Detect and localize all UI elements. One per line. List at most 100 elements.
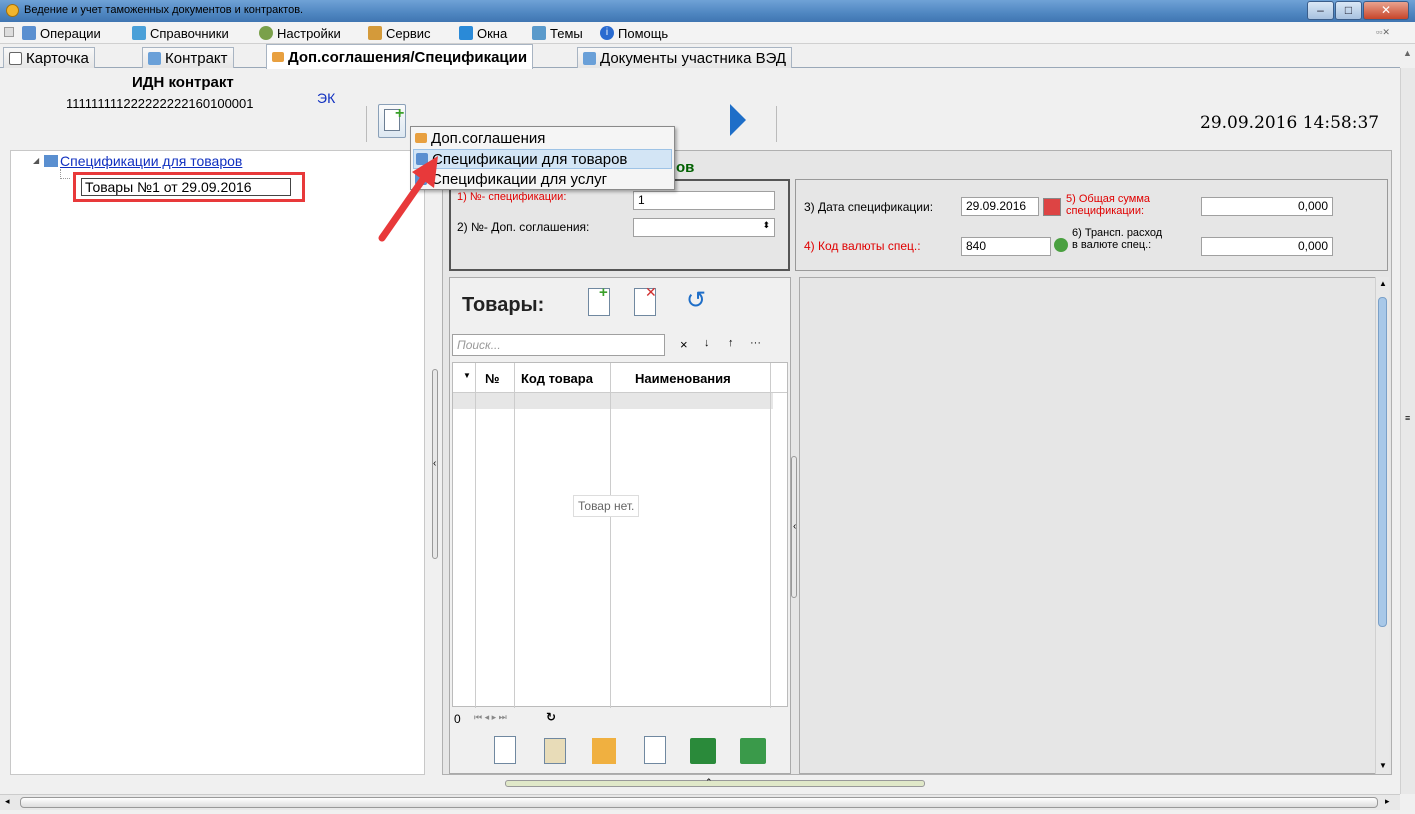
scroll-up-icon[interactable]: ▲	[1403, 48, 1412, 58]
image-icon	[532, 26, 546, 40]
mdi-controls-icon[interactable]: ▫▫✕	[1376, 27, 1390, 38]
tab-participant-docs[interactable]: Документы участника ВЭД	[577, 47, 793, 68]
currency-icon[interactable]	[1054, 238, 1068, 252]
scroll-right-icon[interactable]: ▸	[1385, 796, 1390, 807]
refresh-goods-icon[interactable]: ↺	[686, 286, 706, 315]
goods-search-input[interactable]: Поиск...	[452, 334, 665, 356]
tab-strip: Карточка Контракт Доп.соглашения/Специфи…	[0, 44, 1412, 69]
column-chooser-icon[interactable]: ▼	[463, 371, 471, 380]
tab-specifications[interactable]: Доп.соглашения/Спецификации	[266, 44, 534, 69]
toolbar-separator-2	[776, 106, 777, 142]
windows-icon	[459, 26, 473, 40]
gear-icon	[259, 26, 273, 40]
contract-icon	[148, 51, 161, 65]
scroll-down-arrow-icon[interactable]: ▼	[1379, 761, 1387, 770]
goods-title: Товары:	[462, 294, 545, 316]
menu-item-goods-specs[interactable]: Спецификации для товаров	[413, 149, 672, 169]
menu-themes[interactable]: Темы	[532, 25, 583, 41]
detail-area	[799, 277, 1389, 774]
col-number[interactable]: №	[485, 371, 500, 386]
header-panel: ИДН контракт 111111111222222222160100001…	[0, 68, 1395, 150]
goods-table: ▼ № Код товара Наименования Товар нет.	[452, 362, 788, 708]
empty-message: Товар нет.	[573, 495, 640, 517]
excel-import-icon[interactable]	[690, 738, 716, 764]
docs-icon	[583, 51, 596, 65]
detail-scrollbar[interactable]: ▲ ▼	[1375, 277, 1389, 774]
minimize-button[interactable]: –	[1307, 1, 1334, 20]
menu-references[interactable]: Справочники	[132, 25, 229, 41]
spec-tree-icon	[44, 155, 58, 167]
collapse-left-icon[interactable]: ‹	[433, 458, 436, 469]
total-sum-field[interactable]: 0,000	[1201, 197, 1333, 216]
search-down-icon[interactable]: ↓	[704, 337, 710, 349]
maximize-button[interactable]: □	[1335, 1, 1362, 20]
transport-field[interactable]: 0,000	[1201, 237, 1333, 256]
tab-contract[interactable]: Контракт	[142, 47, 234, 68]
close-button[interactable]: ✕	[1363, 1, 1409, 20]
ek-label: ЭК	[317, 90, 336, 106]
menu-windows[interactable]: Окна	[459, 25, 507, 41]
h-scroll-thumb[interactable]	[20, 797, 1378, 808]
add-goods-button[interactable]: +	[588, 284, 610, 316]
filter-row[interactable]	[453, 393, 773, 409]
menu-help[interactable]: i Помощь	[600, 25, 668, 41]
goods-panel: Товары: + ✕ ↺ Поиск... × ↓ ↑ ··· ▼ № Код…	[449, 277, 791, 774]
scroll-thumb[interactable]	[1378, 297, 1387, 627]
pager-nav-icon[interactable]: ⏮ ◂ ▸ ⏭	[474, 712, 507, 723]
delete-goods-button[interactable]: ✕	[634, 284, 657, 316]
scroll-grip-icon[interactable]: ≡	[1405, 413, 1410, 423]
col-name[interactable]: Наименования	[635, 371, 731, 386]
report-icon[interactable]	[644, 736, 666, 764]
menu-service[interactable]: Сервис	[368, 25, 431, 41]
clear-search-icon[interactable]: ×	[680, 337, 688, 352]
main-vertical-scrollbar[interactable]: ≡	[1400, 68, 1415, 794]
copy-icon[interactable]	[494, 736, 516, 764]
total-sum-label-1: 5) Общая сумма	[1066, 193, 1150, 205]
tree-expand-icon[interactable]: ◢	[33, 156, 39, 165]
tree-pane: ◢ Спецификации для товаров Товары №1 от …	[10, 150, 438, 775]
menu-settings[interactable]: Настройки	[259, 25, 341, 41]
scroll-up-arrow-icon[interactable]: ▲	[1379, 279, 1387, 288]
books-icon	[132, 26, 146, 40]
spec-date-field[interactable]: 29.09.2016	[961, 197, 1039, 216]
search-up-icon[interactable]: ↑	[728, 337, 734, 349]
supplement-number-label: 2) №- Доп. соглашения:	[457, 220, 590, 234]
bottom-splitter[interactable]	[505, 780, 925, 787]
menu-bar: Операции Справочники Настройки Сервис Ок…	[0, 22, 1415, 44]
collapse-right-icon[interactable]: ‹	[793, 521, 796, 532]
search-more-icon[interactable]: ···	[750, 337, 761, 349]
system-menu-icon[interactable]	[4, 27, 14, 37]
menu-item-supplements[interactable]: Доп.соглашения	[413, 128, 672, 148]
col-divider-1	[475, 363, 476, 708]
scroll-left-icon[interactable]: ◂	[5, 796, 10, 807]
spec-group-title: ов	[676, 159, 695, 176]
menu-item-services-specs[interactable]: Спецификации для услуг	[413, 169, 672, 189]
calendar-icon[interactable]	[1043, 198, 1061, 216]
menu-operations[interactable]: Операции	[22, 25, 101, 41]
add-dropdown-menu: Доп.соглашения Спецификации для товаров …	[410, 126, 675, 190]
currency-code-label: 4) Код валюты спец.:	[804, 239, 921, 253]
supplement-number-select[interactable]: ⬍	[633, 218, 775, 237]
toolbar-separator	[366, 106, 367, 142]
play-button[interactable]	[730, 104, 746, 136]
tree-root[interactable]: Спецификации для товаров	[60, 153, 242, 169]
card-icon	[9, 51, 22, 65]
spec-number-field[interactable]: 1	[633, 191, 775, 210]
tab-card[interactable]: Карточка	[3, 47, 95, 68]
reload-icon[interactable]: ↻	[546, 710, 556, 724]
col-divider-4	[770, 363, 771, 708]
paste-icon[interactable]	[544, 738, 566, 764]
excel-export-icon[interactable]	[740, 738, 766, 764]
tree-child[interactable]: Товары №1 от 29.09.2016	[81, 178, 291, 196]
info-icon: i	[600, 26, 614, 40]
title-bar: Ведение и учет таможенных документов и к…	[0, 0, 1415, 22]
total-sum-label-2: спецификации:	[1066, 205, 1145, 217]
horizontal-scrollbar[interactable]: ◂ ▸	[0, 794, 1400, 810]
archive-icon[interactable]	[592, 738, 616, 764]
currency-code-field[interactable]: 840	[961, 237, 1051, 256]
transport-label-1: 6) Трансп. расход	[1072, 227, 1163, 239]
expand-up-icon[interactable]: ⌃	[705, 777, 713, 788]
plus-icon: +	[395, 105, 405, 122]
col-code[interactable]: Код товара	[521, 371, 593, 386]
add-document-button[interactable]: +	[378, 104, 406, 138]
